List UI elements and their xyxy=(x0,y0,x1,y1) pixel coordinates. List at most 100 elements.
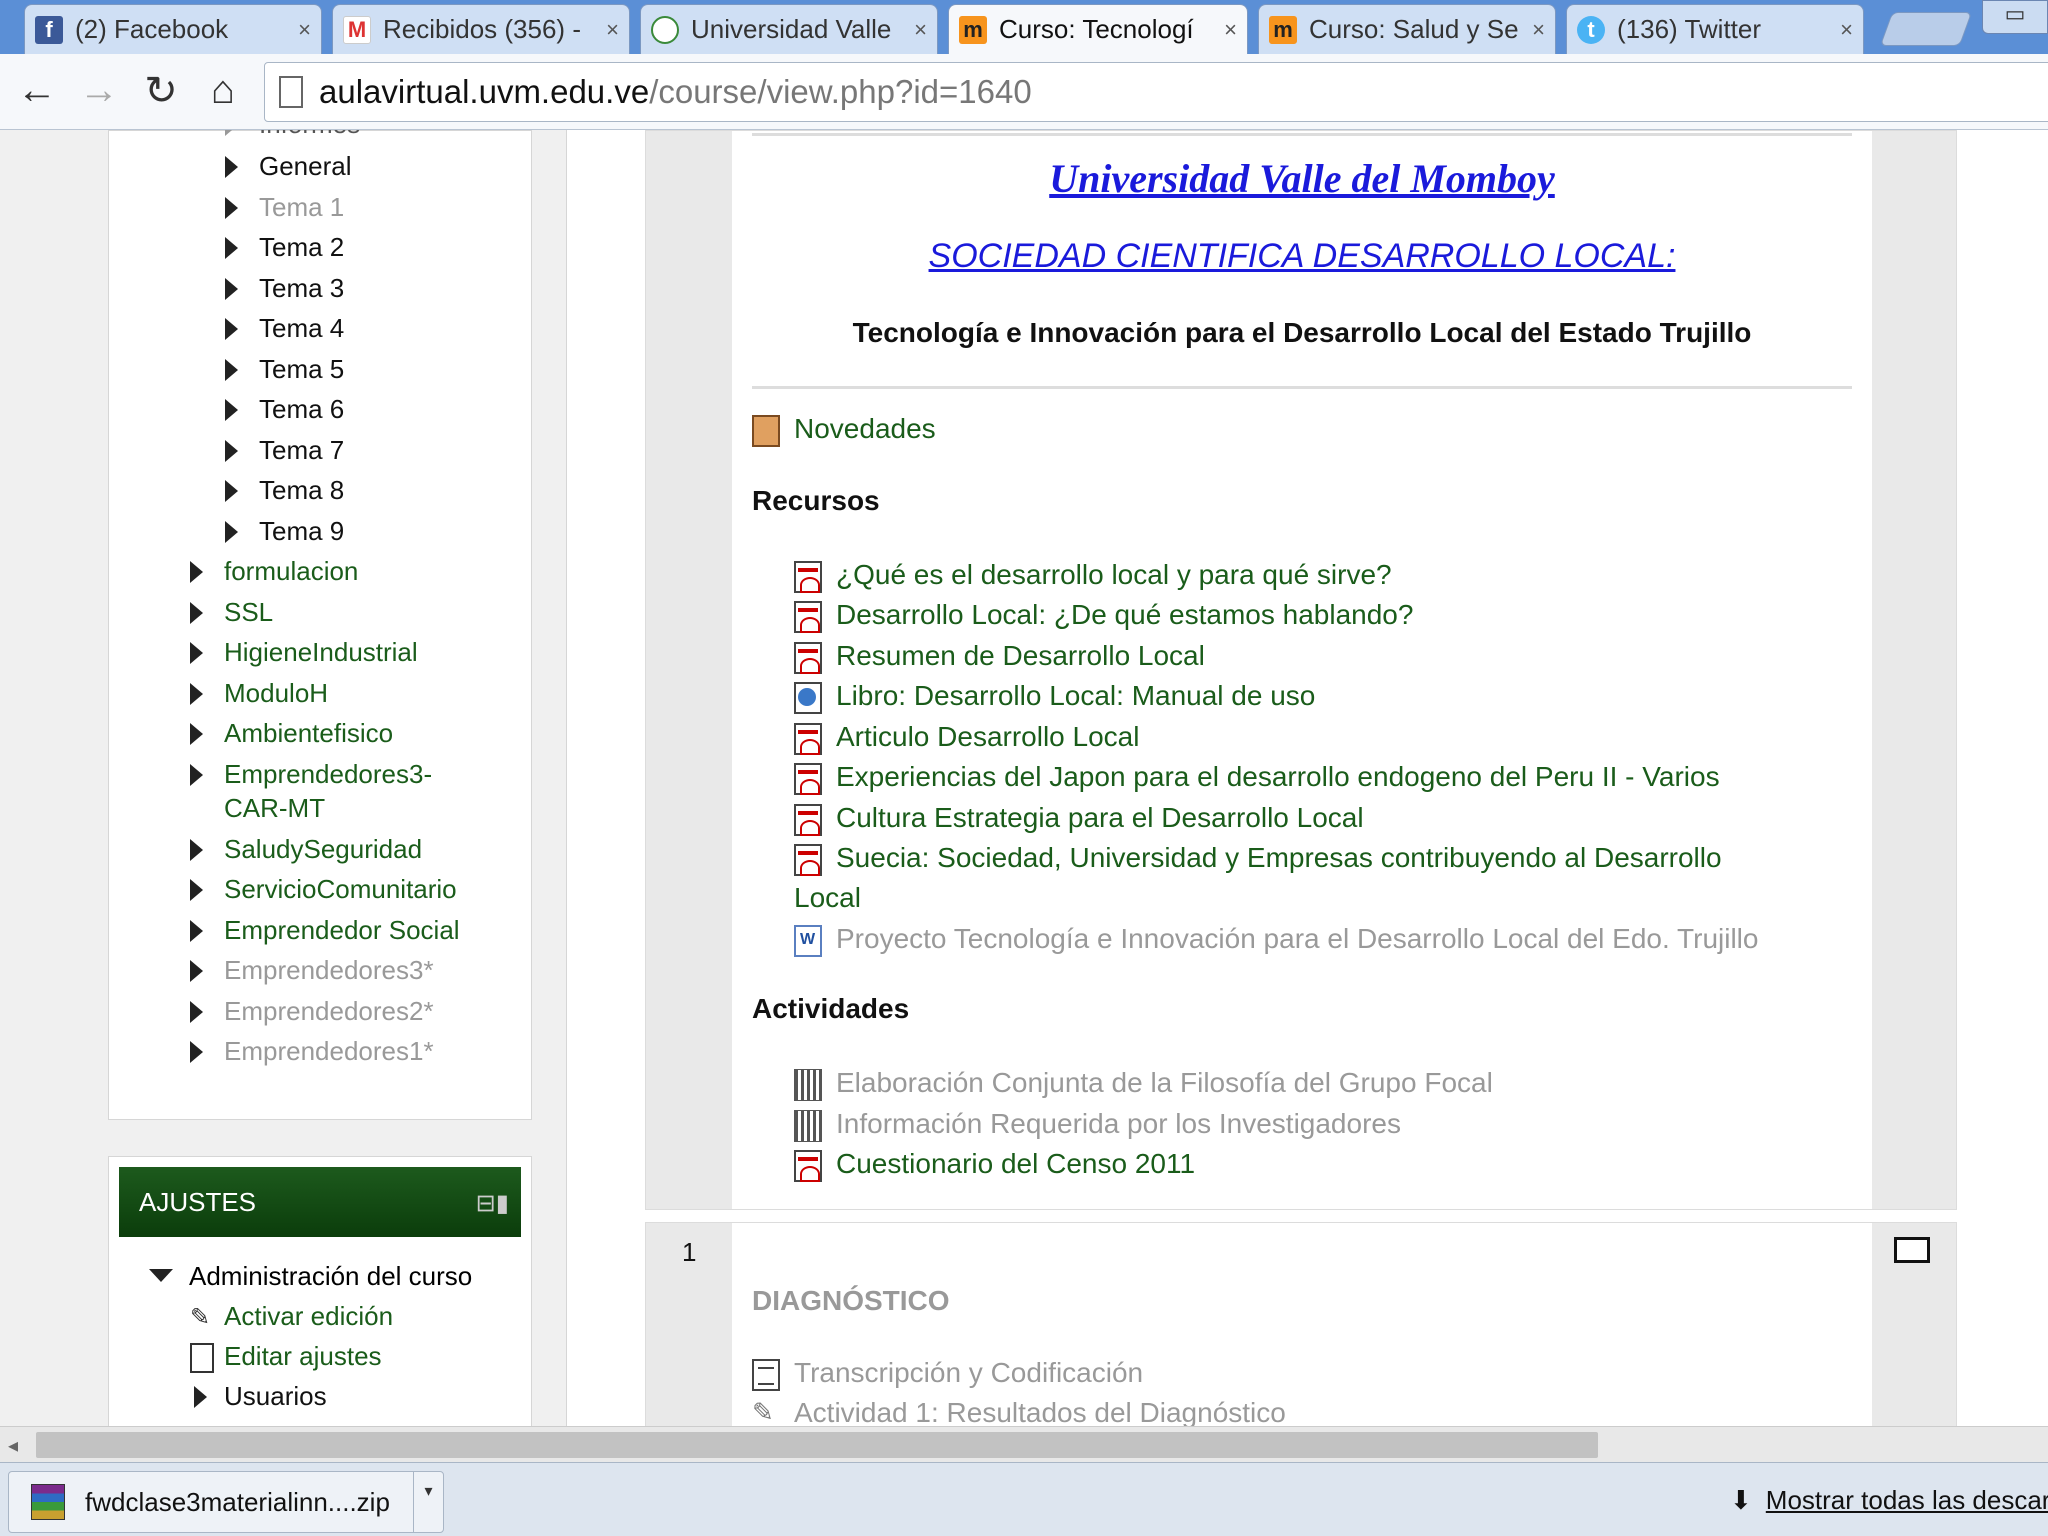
tab-curso-salud[interactable]: m Curso: Salud y Se × xyxy=(1258,4,1556,54)
usuarios-toggle[interactable]: Usuarios xyxy=(194,1381,327,1412)
expand-arrow-icon xyxy=(190,920,203,942)
close-icon[interactable]: × xyxy=(1224,17,1237,43)
expand-arrow-icon xyxy=(225,278,238,300)
section-title: DIAGNÓSTICO xyxy=(752,1285,950,1316)
tree-item-general[interactable]: General xyxy=(225,151,352,182)
block-controls-icon[interactable]: ⊟▮ xyxy=(476,1189,509,1218)
activar-edicion-link[interactable]: ✎ Activar edición xyxy=(190,1301,393,1332)
pdf-icon xyxy=(794,804,822,836)
tab-facebook[interactable]: f (2) Facebook × xyxy=(24,4,322,54)
tree-item-tema-7[interactable]: Tema 7 xyxy=(225,435,344,466)
forward-icon[interactable]: → xyxy=(74,68,124,113)
tree-course-emprendedores3-star[interactable]: Emprendedores3* xyxy=(190,955,434,986)
tree-course-serviciocomunitario[interactable]: ServicioComunitario xyxy=(190,874,457,905)
pdf-icon xyxy=(794,844,822,876)
page-icon xyxy=(752,1359,780,1391)
resource-link[interactable]: Proyecto Tecnología e Innovación para el… xyxy=(794,923,1758,957)
tab-curso-tecnologia[interactable]: m Curso: Tecnologí × xyxy=(948,4,1248,54)
expand-arrow-icon xyxy=(190,602,203,624)
address-bar[interactable]: aulavirtual.uvm.edu.ve/course/view.php?i… xyxy=(264,62,2048,122)
home-icon[interactable]: ⌂ xyxy=(198,68,248,113)
horizontal-scrollbar[interactable]: ◂ xyxy=(0,1426,2048,1462)
resource-link[interactable]: Suecia: Sociedad, Universidad y Empresas… xyxy=(794,842,1722,876)
tree-course-emprendedores1-star[interactable]: Emprendedores1* xyxy=(190,1036,434,1067)
tab-universidad[interactable]: Universidad Valle × xyxy=(640,4,938,54)
tree-item-tema-4[interactable]: Tema 4 xyxy=(225,313,344,344)
activity-link[interactable]: Elaboración Conjunta de la Filosofía del… xyxy=(794,1067,1493,1101)
tree-item-tema-2[interactable]: Tema 2 xyxy=(225,232,344,263)
tree-item-tema-3[interactable]: Tema 3 xyxy=(225,273,344,304)
back-icon[interactable]: ← xyxy=(12,68,62,113)
resource-link[interactable]: Libro: Desarrollo Local: Manual de uso xyxy=(794,680,1315,714)
editar-ajustes-link[interactable]: Editar ajustes xyxy=(190,1341,382,1373)
close-icon[interactable]: × xyxy=(298,17,311,43)
tree-item-tema-9[interactable]: Tema 9 xyxy=(225,516,344,547)
admin-course-toggle[interactable]: Administración del curso xyxy=(149,1261,472,1292)
tree-course-emprendedores2-star[interactable]: Emprendedores2* xyxy=(190,996,434,1027)
resource-link[interactable]: Experiencias del Japon para el desarroll… xyxy=(794,761,1720,795)
gmail-icon: M xyxy=(343,15,371,44)
section-item-link[interactable]: ✎ Actividad 1: Resultados del Diagnóstico xyxy=(752,1397,1286,1426)
expand-arrow-icon xyxy=(225,399,238,421)
tab-title: Recibidos (356) - xyxy=(383,14,581,44)
resource-link[interactable]: Desarrollo Local: ¿De qué estamos hablan… xyxy=(794,599,1413,633)
novedades-link[interactable]: Novedades xyxy=(752,413,936,447)
tree-course-emprendedor-social[interactable]: Emprendedor Social xyxy=(190,915,460,946)
pdf-icon xyxy=(794,763,822,795)
download-item[interactable]: fwdclase3materialinn....zip ▾ xyxy=(8,1471,444,1533)
tab-twitter[interactable]: t (136) Twitter × xyxy=(1566,4,1864,54)
tree-item-tema-5[interactable]: Tema 5 xyxy=(225,354,344,385)
tree-course-emprendedores3-car-mt[interactable]: Emprendedores3- xyxy=(190,759,432,790)
course-title: Tecnología e Innovación para el Desarrol… xyxy=(852,317,1752,348)
checkbox[interactable] xyxy=(1894,1237,1930,1263)
chevron-down-icon[interactable]: ▾ xyxy=(413,1472,443,1532)
tree-item-informes[interactable]: Informes xyxy=(225,130,360,140)
close-icon[interactable]: × xyxy=(606,17,619,43)
university-title-link[interactable]: Universidad Valle del Momboy xyxy=(732,155,1872,202)
navigation-block: Informes General Tema 1 Tema 2 Tema 3 Te… xyxy=(108,130,532,1120)
tab-gmail[interactable]: M Recibidos (356) - × xyxy=(332,4,630,54)
minimize-icon[interactable]: ▭ xyxy=(1982,0,2048,34)
tree-item-tema-1[interactable]: Tema 1 xyxy=(225,192,344,223)
resource-link[interactable]: ¿Qué es el desarrollo local y para qué s… xyxy=(794,559,1392,593)
expand-arrow-icon xyxy=(225,318,238,340)
globe-link-icon xyxy=(794,682,822,714)
facebook-icon: f xyxy=(35,15,63,44)
tree-course-ambientefisico[interactable]: Ambientefisico xyxy=(190,718,393,749)
close-icon[interactable]: × xyxy=(1840,17,1853,43)
section-item-link[interactable]: Transcripción y Codificación xyxy=(752,1357,1143,1391)
close-icon[interactable]: × xyxy=(1532,17,1545,43)
tree-course-emprendedores3-car-mt-line2[interactable]: CAR-MT xyxy=(224,793,325,824)
new-tab-button[interactable] xyxy=(1879,12,1973,46)
scrollbar-thumb[interactable] xyxy=(36,1432,1598,1458)
expand-arrow-icon xyxy=(190,764,203,786)
scroll-left-arrow-icon[interactable]: ◂ xyxy=(8,1433,18,1458)
expand-arrow-icon xyxy=(225,156,238,178)
close-icon[interactable]: × xyxy=(914,17,927,43)
moodle-icon: m xyxy=(1269,15,1297,44)
tree-item-tema-6[interactable]: Tema 6 xyxy=(225,394,344,425)
moodle-icon: m xyxy=(959,15,987,44)
resource-link[interactable]: Resumen de Desarrollo Local xyxy=(794,640,1205,674)
society-title-link[interactable]: SOCIEDAD CIENTIFICA DESARROLLO LOCAL: xyxy=(732,237,1872,276)
pdf-icon xyxy=(794,1150,822,1182)
resource-link[interactable]: Articulo Desarrollo Local xyxy=(794,721,1139,755)
resource-link-continuation[interactable]: Local xyxy=(794,882,861,914)
tree-course-formulacion[interactable]: formulacion xyxy=(190,556,358,587)
activity-link[interactable]: Información Requerida por los Investigad… xyxy=(794,1108,1401,1142)
resource-link[interactable]: Cultura Estrategia para el Desarrollo Lo… xyxy=(794,802,1364,836)
activity-icon xyxy=(794,1110,822,1142)
collapse-arrow-icon xyxy=(149,1269,173,1282)
tree-item-tema-8[interactable]: Tema 8 xyxy=(225,475,344,506)
reload-icon[interactable]: ↻ xyxy=(136,68,186,114)
settings-block-title: AJUSTES xyxy=(139,1186,257,1217)
show-all-downloads-link[interactable]: ⬇Mostrar todas las descargas xyxy=(1730,1485,2048,1516)
page-icon xyxy=(279,76,303,108)
tree-course-ssl[interactable]: SSL xyxy=(190,597,273,628)
tree-course-moduloh[interactable]: ModuloH xyxy=(190,678,328,709)
expand-arrow-icon xyxy=(225,521,238,543)
tree-course-saludyseguridad[interactable]: SaludySeguridad xyxy=(190,834,422,865)
tree-course-higieneindustrial[interactable]: HigieneIndustrial xyxy=(190,637,418,668)
activity-link[interactable]: Cuestionario del Censo 2011 xyxy=(794,1148,1195,1182)
download-shelf: fwdclase3materialinn....zip ▾ ⬇ Mostrar t… xyxy=(0,1462,2048,1536)
